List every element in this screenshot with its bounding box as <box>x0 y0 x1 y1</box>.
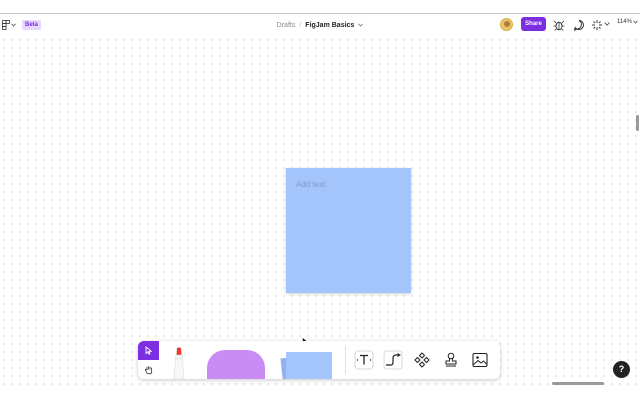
comment-icon[interactable] <box>572 18 586 32</box>
stamp-icon <box>445 352 457 367</box>
help-button[interactable]: ? <box>613 361 630 378</box>
sparkle-icon[interactable] <box>590 18 604 32</box>
chevron-down-icon <box>633 20 638 24</box>
image-icon <box>472 352 488 368</box>
share-button[interactable]: Share <box>521 17 546 31</box>
chevron-down-icon[interactable] <box>358 23 364 27</box>
select-tool[interactable] <box>138 341 159 360</box>
connector-tool[interactable] <box>382 349 404 371</box>
text-tool[interactable] <box>353 349 375 371</box>
vertical-scrollbar[interactable] <box>636 115 639 131</box>
breadcrumb-drafts[interactable]: Drafts <box>277 22 296 29</box>
hand-icon <box>144 365 152 374</box>
pointer-icon <box>145 346 153 355</box>
component-icon <box>414 352 430 368</box>
sticky-note-tool[interactable] <box>278 347 336 379</box>
sticky-note-placeholder[interactable]: Add text <box>296 180 325 189</box>
top-bar: Beta Drafts / FigJam Basics Share 114% <box>0 14 640 36</box>
breadcrumb-separator: / <box>299 21 302 29</box>
shape-tool[interactable] <box>207 350 265 379</box>
creation-toolbar <box>138 341 500 379</box>
image-tool[interactable] <box>469 349 491 371</box>
horizontal-scrollbar[interactable] <box>552 382 604 385</box>
zoom-level: 114% <box>617 19 632 25</box>
hand-tool[interactable] <box>138 360 159 379</box>
component-tool[interactable] <box>411 349 433 371</box>
bug-icon[interactable] <box>552 18 566 32</box>
avatar[interactable] <box>500 18 513 31</box>
text-icon <box>354 350 374 370</box>
stamp-tool[interactable] <box>440 349 462 371</box>
toolbar-divider <box>345 346 346 374</box>
chevron-down-icon[interactable] <box>604 21 610 27</box>
file-name[interactable]: FigJam Basics <box>305 22 354 29</box>
connector-icon <box>383 350 403 370</box>
sticky-note[interactable]: Add text <box>286 168 411 293</box>
marker-tool[interactable] <box>172 347 186 379</box>
zoom-menu[interactable]: 114% <box>617 19 638 25</box>
